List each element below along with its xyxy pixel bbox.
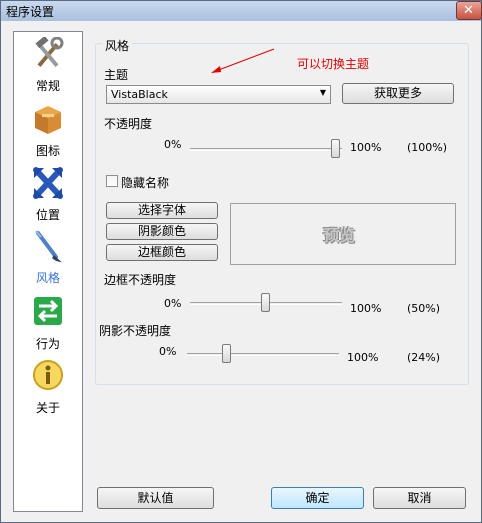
border-opacity-max: 100% bbox=[350, 302, 382, 315]
behavior-arrows-icon bbox=[34, 297, 62, 325]
sidebar-item-about[interactable]: 关于 bbox=[14, 359, 82, 419]
sidebar-item-label: 关于 bbox=[35, 401, 60, 415]
border-opacity-min: 0% bbox=[164, 297, 182, 310]
brush-icon bbox=[35, 230, 62, 262]
theme-label: 主题 bbox=[104, 68, 129, 82]
theme-select-value: VistaBlack bbox=[111, 88, 168, 101]
tools-icon bbox=[35, 37, 64, 68]
close-button[interactable]: ✕ bbox=[456, 1, 482, 20]
opacity-slider-track[interactable] bbox=[190, 148, 342, 151]
sidebar-item-label: 风格 bbox=[35, 271, 60, 285]
sidebar-item-general[interactable]: 常规 bbox=[14, 37, 82, 97]
opacity-max: 100% bbox=[350, 141, 382, 154]
cancel-button[interactable]: 取消 bbox=[373, 487, 466, 509]
shadow-opacity-max: 100% bbox=[347, 351, 379, 364]
opacity-value: (100%) bbox=[407, 141, 448, 154]
title-bar: 程序设置 ✕ bbox=[1, 1, 482, 21]
shadow-opacity-slider-thumb[interactable] bbox=[222, 344, 231, 363]
annotation-arrow bbox=[211, 48, 275, 73]
shadow-color-button[interactable]: 阴影颜色 bbox=[106, 223, 218, 240]
sidebar: 常规 图标 位置 风格 行为 关于 bbox=[13, 31, 83, 512]
sidebar-item-label: 位置 bbox=[35, 208, 60, 222]
shadow-opacity-label: 阴影不透明度 bbox=[99, 324, 172, 338]
position-arrows-icon bbox=[33, 167, 63, 199]
theme-select[interactable]: VistaBlack ▼ bbox=[106, 85, 331, 104]
shadow-opacity-slider-track[interactable] bbox=[187, 353, 339, 356]
border-opacity-value: (50%) bbox=[407, 302, 441, 315]
preview-box: 预览 bbox=[230, 203, 456, 265]
opacity-min: 0% bbox=[164, 138, 182, 151]
default-button[interactable]: 默认值 bbox=[97, 487, 214, 509]
ok-button[interactable]: 确定 bbox=[271, 487, 364, 509]
get-more-button[interactable]: 获取更多 bbox=[342, 83, 454, 104]
sidebar-item-label: 图标 bbox=[35, 144, 60, 158]
border-opacity-label: 边框不透明度 bbox=[104, 273, 177, 287]
sidebar-item-position[interactable]: 位置 bbox=[14, 166, 82, 226]
sidebar-item-icons[interactable]: 图标 bbox=[14, 102, 82, 162]
sidebar-item-label: 行为 bbox=[35, 337, 60, 351]
info-icon bbox=[33, 360, 63, 390]
hide-name-checkbox[interactable] bbox=[106, 175, 118, 187]
choose-font-button[interactable]: 选择字体 bbox=[106, 202, 218, 219]
sidebar-item-label: 常规 bbox=[35, 79, 60, 93]
close-icon: ✕ bbox=[463, 3, 474, 18]
preview-text: 预览 bbox=[323, 226, 356, 245]
hide-name-label: 隐藏名称 bbox=[121, 176, 170, 190]
shadow-opacity-value: (24%) bbox=[407, 351, 441, 364]
sidebar-item-behavior[interactable]: 行为 bbox=[14, 295, 82, 355]
opacity-label: 不透明度 bbox=[104, 117, 153, 131]
sidebar-item-style[interactable]: 风格 bbox=[14, 229, 82, 289]
package-icon bbox=[35, 106, 61, 134]
group-title: 风格 bbox=[102, 37, 133, 54]
shadow-opacity-min: 0% bbox=[159, 345, 177, 358]
window-title: 程序设置 bbox=[6, 5, 55, 19]
border-opacity-slider-thumb[interactable] bbox=[261, 293, 270, 312]
chevron-down-icon: ▼ bbox=[319, 88, 326, 97]
border-color-button[interactable]: 边框颜色 bbox=[106, 244, 218, 261]
opacity-slider-thumb[interactable] bbox=[331, 139, 340, 158]
annotation-text: 可以切换主题 bbox=[297, 57, 370, 71]
